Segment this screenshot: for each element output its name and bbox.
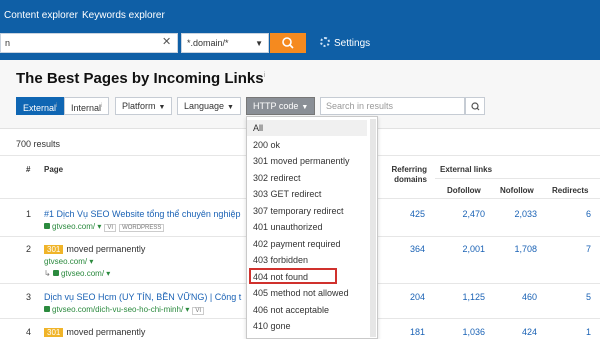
menu-item-301[interactable]: 301 moved permanently [247, 153, 367, 169]
page-title-link[interactable]: #1 Dịch Vụ SEO Website tổng thể chuyên n… [44, 209, 240, 219]
top-nav: Content explorer Keywords explorer [0, 0, 600, 30]
search-icon [282, 37, 294, 49]
col-header-referring-domains[interactable]: Referring domains [385, 165, 427, 185]
chevron-down-icon: ▼ [227, 104, 234, 111]
redirects-value[interactable]: 5 [541, 292, 591, 302]
referring-domains-value[interactable]: 181 [375, 327, 425, 337]
lock-icon [44, 306, 50, 312]
search-button[interactable] [270, 33, 306, 53]
info-icon[interactable]: i [264, 72, 266, 79]
col-header-dofollow[interactable]: Dofollow [447, 186, 481, 195]
url-input[interactable]: n [0, 33, 178, 53]
platform-dropdown[interactable]: Platform ▼ [115, 97, 173, 115]
row-number: 3 [26, 292, 32, 302]
results-search-button[interactable] [465, 97, 485, 115]
col-header-page[interactable]: Page [44, 165, 63, 174]
menu-item-406[interactable]: 406 not acceptable [247, 302, 367, 318]
divider [435, 178, 600, 179]
tag-badge: WORDPRESS [119, 224, 165, 232]
referring-domains-value[interactable]: 364 [375, 244, 425, 254]
dofollow-value[interactable]: 2,001 [435, 244, 485, 254]
nofollow-value[interactable]: 2,033 [487, 209, 537, 219]
menu-item-403[interactable]: 403 forbidden [247, 252, 367, 268]
menu-item-200[interactable]: 200 ok [247, 137, 367, 153]
col-header-nofollow[interactable]: Nofollow [500, 186, 534, 195]
status-badge: 301 [44, 328, 64, 337]
chevron-down-icon: ▼ [158, 104, 166, 111]
col-header-num: # [26, 165, 31, 174]
page-title-link: 301 moved permanently [44, 244, 145, 254]
settings-button[interactable]: Settings [320, 37, 370, 49]
page-title-link: 301 moved permanently [44, 327, 145, 337]
menu-item-410[interactable]: 410 gone [247, 318, 367, 334]
page-url[interactable]: gtvseo.com/ ▾ VI WORDPRESS [44, 222, 165, 232]
col-header-redirects[interactable]: Redirects [552, 186, 588, 195]
mode-select-value: *.domain/* [187, 38, 229, 48]
page-url[interactable]: gtvseo.com/ ▾ [44, 257, 93, 266]
highlight-box [249, 268, 337, 284]
http-code-dropdown[interactable]: HTTP code ▼ [246, 97, 316, 115]
chevron-down-icon: ▼ [255, 39, 263, 48]
nofollow-value[interactable]: 424 [487, 327, 537, 337]
redirects-value[interactable]: 1 [541, 327, 591, 337]
page-title-link[interactable]: Dịch vụ SEO Hcm (UY TÍN, BỀN VỮNG) | Côn… [44, 292, 241, 302]
nav-keywords-explorer[interactable]: Keywords explorer [82, 10, 165, 21]
row-number: 4 [26, 327, 32, 337]
gear-icon [320, 37, 330, 47]
chevron-down-icon: ▼ [301, 104, 309, 111]
nav-content-explorer[interactable]: Content explorer [4, 10, 78, 21]
menu-item-303[interactable]: 303 GET redirect [247, 186, 367, 202]
dofollow-value[interactable]: 1,125 [435, 292, 485, 302]
mode-select[interactable]: *.domain/* ▼ [181, 33, 269, 53]
nofollow-value[interactable]: 1,708 [487, 244, 537, 254]
redirect-arrow-icon: ↳ [44, 269, 53, 278]
menu-item-405[interactable]: 405 method not allowed [247, 285, 367, 301]
menu-item-302[interactable]: 302 redirect [247, 170, 367, 186]
info-icon: i [56, 103, 58, 109]
filter-external[interactable]: Externali [16, 97, 65, 115]
dropdown-scrollbar[interactable] [370, 119, 376, 337]
menu-item-401[interactable]: 401 unauthorized [247, 219, 367, 235]
menu-item-all[interactable]: All [247, 120, 367, 136]
lock-icon [52, 270, 59, 276]
col-header-external-links[interactable]: External links [440, 165, 492, 174]
redirects-value[interactable]: 6 [541, 209, 591, 219]
menu-item-402[interactable]: 402 payment required [247, 236, 367, 252]
status-badge: 301 [44, 245, 64, 254]
close-icon[interactable]: ✕ [162, 37, 171, 48]
tag-badge: VI [104, 224, 117, 232]
page-url[interactable]: gtvseo.com/dich-vu-seo-ho-chi-minh/ ▾ VI [44, 305, 205, 315]
referring-domains-value[interactable]: 425 [375, 209, 425, 219]
filter-internal[interactable]: Internali [64, 97, 110, 115]
settings-label: Settings [334, 38, 371, 49]
info-icon: i [101, 103, 103, 109]
dofollow-value[interactable]: 2,470 [435, 209, 485, 219]
results-count: 700 results [16, 139, 61, 149]
row-number: 1 [26, 209, 32, 219]
redirect-url[interactable]: ↳ gtvseo.com/ ▾ [44, 269, 110, 278]
language-dropdown[interactable]: Language ▼ [177, 97, 241, 115]
page-title: The Best Pages by Incoming Linksi [16, 70, 266, 87]
search-icon [471, 102, 480, 111]
search-bar: n ✕ *.domain/* ▼ Settings [0, 30, 600, 60]
redirects-value[interactable]: 7 [541, 244, 591, 254]
http-code-menu: All 200 ok 301 moved permanently 302 red… [246, 116, 378, 339]
referring-domains-value[interactable]: 204 [375, 292, 425, 302]
dofollow-value[interactable]: 1,036 [435, 327, 485, 337]
lock-icon [44, 223, 50, 229]
menu-item-307[interactable]: 307 temporary redirect [247, 203, 367, 219]
nofollow-value[interactable]: 460 [487, 292, 537, 302]
row-number: 2 [26, 244, 32, 254]
results-search-input[interactable]: Search in results [320, 97, 465, 115]
tag-badge: VI [192, 307, 205, 315]
